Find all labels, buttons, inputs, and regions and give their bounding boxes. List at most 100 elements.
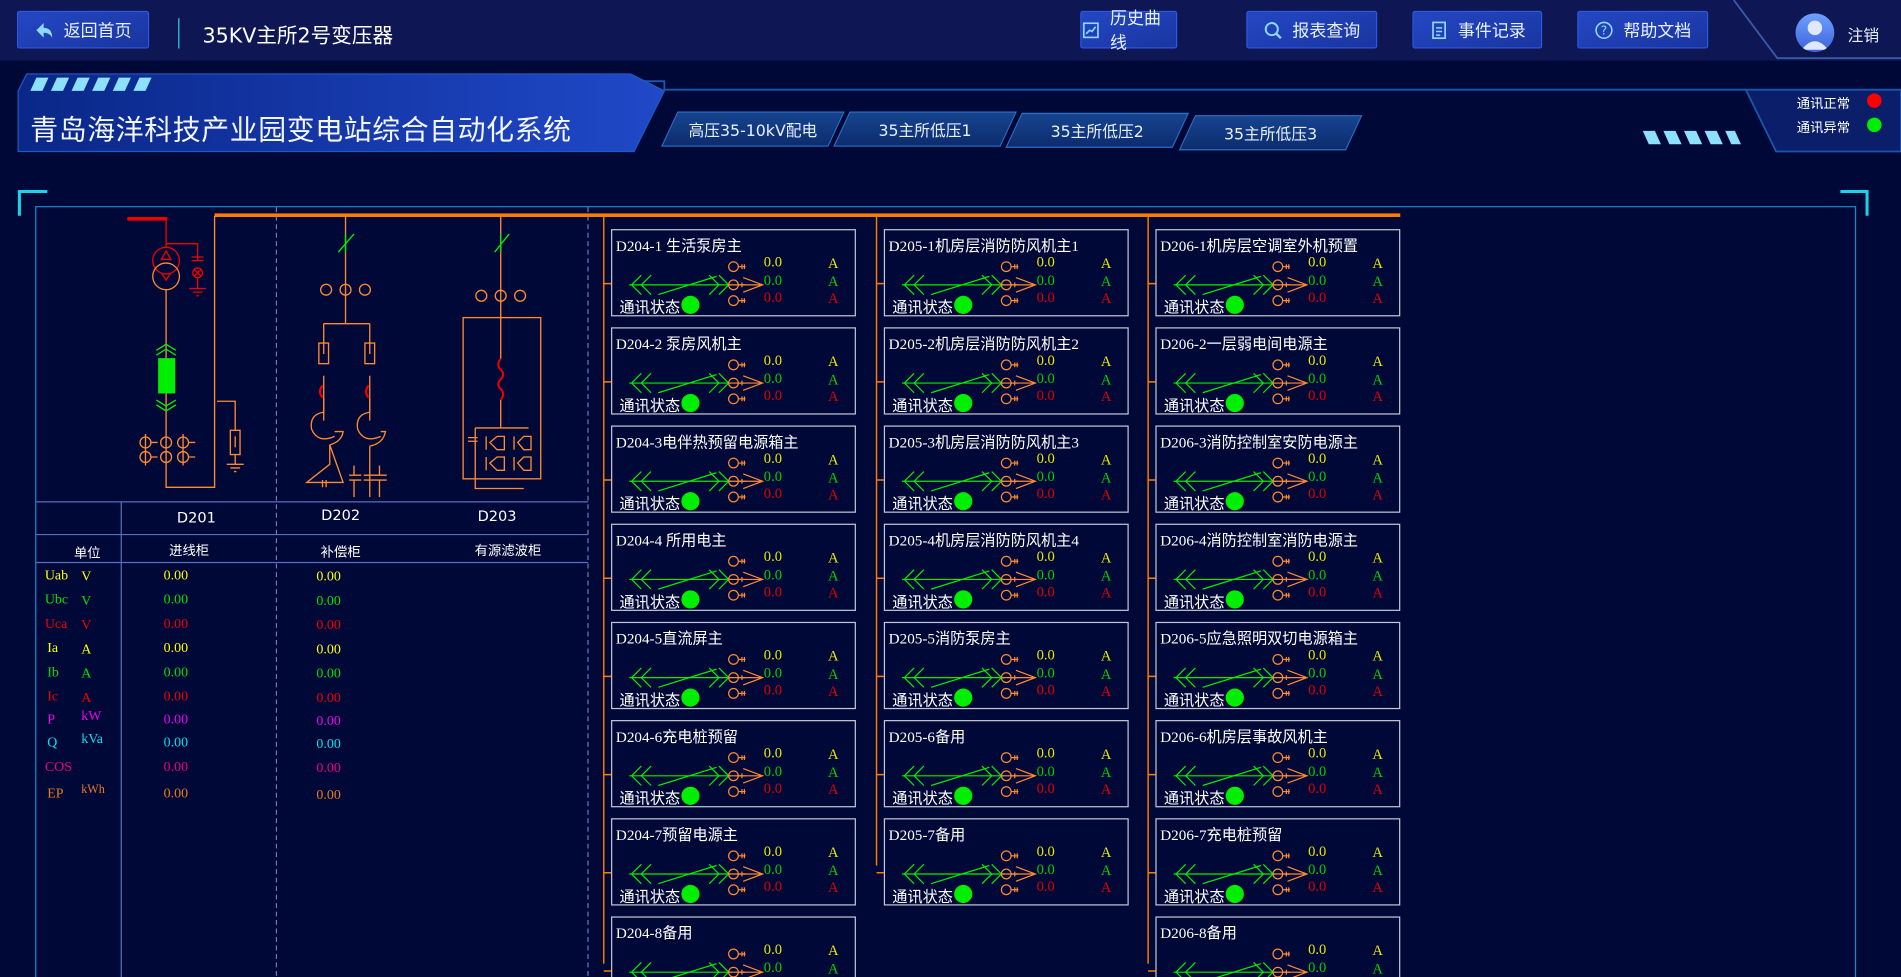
col-code-d202: D202 bbox=[321, 506, 361, 524]
phase-current-unit: A bbox=[1100, 682, 1112, 700]
phase-current-unit: A bbox=[828, 254, 839, 272]
phase-current-value: 0.0 bbox=[763, 779, 782, 797]
feeder-card[interactable]: D206-4消防控制室消防电源主 0.0 A 0.0 A 0.0 A 通讯状态 bbox=[1155, 523, 1401, 611]
d201-value: 0.00 bbox=[163, 712, 189, 728]
feeder-card[interactable]: D205-2机房层消防防风机主2 0.0 A 0.0 A 0.0 A 通讯状态 bbox=[883, 327, 1129, 415]
row-unit: kW bbox=[81, 709, 102, 724]
feeder-card[interactable]: D205-6备用 0.0 A 0.0 A 0.0 A 通讯状态 bbox=[883, 720, 1129, 808]
comm-status-label: 通讯状态 bbox=[619, 494, 681, 513]
phase-current-value: 0.0 bbox=[1036, 253, 1055, 271]
feeder-card[interactable]: D204-3电伴热预留电源箱主 0.0 A 0.0 A 0.0 A 通讯状态 bbox=[611, 425, 856, 513]
feeder-card[interactable]: D204-4 所用电主 0.0 A 0.0 A 0.0 A 通讯状态 bbox=[611, 523, 856, 611]
feeder-card[interactable]: D204-1 生活泵房主 0.0 A 0.0 A 0.0 A 通讯状态 bbox=[611, 229, 856, 317]
phase-current-unit: A bbox=[1100, 780, 1112, 798]
phase-current-value: 0.0 bbox=[1036, 271, 1055, 289]
comm-status-label: 通讯状态 bbox=[892, 789, 953, 808]
col-code-d201: D201 bbox=[176, 509, 216, 527]
comm-status-dot bbox=[681, 688, 700, 707]
phase-current-value: 0.0 bbox=[1308, 467, 1327, 485]
feeder-card[interactable]: D204-7预留电源主 0.0 A 0.0 A 0.0 A 通讯状态 bbox=[611, 818, 856, 906]
phase-current-value: 0.0 bbox=[1036, 860, 1055, 878]
comm-status-dot bbox=[1225, 295, 1244, 314]
phase-current-unit: A bbox=[1372, 745, 1383, 763]
phase-current-unit: A bbox=[1100, 745, 1112, 763]
comm-status-dot bbox=[954, 786, 973, 805]
phase-current-value: 0.0 bbox=[1308, 351, 1327, 369]
comm-status-dot bbox=[1225, 492, 1244, 511]
d202-value: 0.00 bbox=[316, 737, 341, 752]
row-label: Uab bbox=[44, 568, 69, 584]
phase-current-unit: A bbox=[1372, 549, 1383, 567]
feeder-card[interactable]: D205-1机房层消防防风机主1 0.0 A 0.0 A 0.0 A 通讯状态 bbox=[883, 229, 1129, 317]
comm-status-dot bbox=[681, 590, 700, 609]
phase-current-unit: A bbox=[1100, 567, 1112, 585]
row-unit: V bbox=[81, 593, 92, 609]
feeder-card[interactable]: D206-2一层弱电间电源主 0.0 A 0.0 A 0.0 A 通讯状态 bbox=[1155, 327, 1401, 415]
feeder-card[interactable]: D204-2 泵房风机主 0.0 A 0.0 A 0.0 A 通讯状态 bbox=[611, 327, 856, 415]
phase-current-value: 0.0 bbox=[1036, 566, 1055, 584]
feeder-card[interactable]: D206-8备用0.0A0.0A0.0A通讯状态 bbox=[1155, 916, 1401, 977]
phase-current-unit: A bbox=[1100, 387, 1112, 405]
phase-current-value: 0.0 bbox=[1036, 449, 1055, 467]
feeder-card[interactable]: D205-4机房层消防防风机主4 0.0 A 0.0 A 0.0 A 通讯状态 bbox=[883, 523, 1129, 611]
phase-current-unit: A bbox=[828, 647, 839, 665]
d201-value: 0.00 bbox=[163, 665, 189, 681]
phase-current-unit: A bbox=[1372, 450, 1383, 468]
feeder-card[interactable]: D205-7备用 0.0 A 0.0 A 0.0 A 通讯状态 bbox=[883, 818, 1129, 906]
d202-value: 0.00 bbox=[316, 569, 341, 585]
phase-current-unit: A bbox=[828, 745, 839, 763]
phase-current-unit: A bbox=[828, 941, 839, 959]
feeder-card[interactable]: D206-3消防控制室安防电源主 0.0 A 0.0 A 0.0 A 通讯状态 bbox=[1155, 425, 1401, 513]
phase-current-value: 0.0 bbox=[763, 940, 782, 958]
feeder-name: D205-6备用 bbox=[888, 728, 966, 746]
phase-current-unit: A bbox=[828, 665, 839, 683]
feeder-name: D206-3消防控制室安防电源主 bbox=[1160, 433, 1359, 451]
phase-current-unit: A bbox=[1100, 647, 1112, 665]
row-unit: V bbox=[81, 569, 92, 585]
feeder-card[interactable]: D206-1机房层空调室外机预置 0.0 A 0.0 A 0.0 A 通讯状态 bbox=[1155, 229, 1401, 317]
comm-status-label: 通讯状态 bbox=[1163, 789, 1225, 808]
comm-status-dot bbox=[1225, 393, 1244, 413]
phase-current-value: 0.0 bbox=[1308, 484, 1327, 502]
phase-current-value: 0.0 bbox=[1308, 860, 1327, 878]
phase-current-value: 0.0 bbox=[763, 271, 782, 289]
phase-current-unit: A bbox=[1100, 450, 1112, 468]
feeder-card[interactable]: D204-6充电桩预留 0.0 A 0.0 A 0.0 A 通讯状态 bbox=[611, 720, 856, 808]
phase-current-value: 0.0 bbox=[763, 664, 782, 682]
feeder-card[interactable]: D206-7充电桩预留 0.0 A 0.0 A 0.0 A 通讯状态 bbox=[1155, 818, 1401, 906]
phase-current-value: 0.0 bbox=[763, 547, 782, 565]
phase-current-unit: A bbox=[1372, 486, 1383, 504]
feeder-card[interactable]: D205-5消防泵房主 0.0 A 0.0 A 0.0 A 通讯状态 bbox=[883, 621, 1129, 710]
phase-current-unit: A bbox=[828, 469, 839, 487]
feeder-card[interactable]: D204-8备用0.0A0.0A0.0A通讯状态 bbox=[611, 916, 856, 977]
feeder-card[interactable]: D206-5应急照明双切电源箱主 0.0 A 0.0 A 0.0 A 通讯状态 bbox=[1155, 621, 1401, 710]
phase-current-value: 0.0 bbox=[763, 449, 782, 467]
comm-status-label: 通讯状态 bbox=[892, 887, 953, 906]
row-label: Ubc bbox=[44, 592, 69, 608]
comm-status-label: 通讯状态 bbox=[1163, 592, 1225, 611]
feeder-name: D205-1机房层消防防风机主1 bbox=[888, 237, 1079, 255]
d201-value: 0.00 bbox=[163, 735, 189, 751]
row-unit: kVa bbox=[81, 732, 103, 747]
col-name-d203: 有源滤波柜 bbox=[474, 543, 542, 559]
phase-current-unit: A bbox=[1100, 352, 1112, 370]
d202-value: 0.00 bbox=[316, 618, 341, 633]
comm-status-label: 通讯状态 bbox=[1163, 298, 1225, 317]
feeder-card[interactable]: D206-6机房层事故风机主 0.0 A 0.0 A 0.0 A 通讯状态 bbox=[1155, 720, 1401, 808]
phase-current-unit: A bbox=[828, 763, 839, 781]
phase-current-value: 0.0 bbox=[1036, 762, 1055, 780]
comm-status-label: 通讯状态 bbox=[892, 690, 953, 710]
feeder-name: D205-7备用 bbox=[888, 826, 966, 844]
comm-status-label: 通讯状态 bbox=[619, 396, 681, 415]
comm-status-label: 通讯状态 bbox=[1163, 494, 1225, 513]
phase-current-unit: A bbox=[1100, 549, 1112, 567]
feeder-card[interactable]: D205-3机房层消防防风机主3 0.0 A 0.0 A 0.0 A 通讯状态 bbox=[883, 425, 1129, 513]
comm-status-label: 通讯状态 bbox=[619, 592, 681, 611]
feeder-name: D204-4 所用电主 bbox=[615, 532, 727, 550]
feeder-card[interactable]: D204-5直流屏主 0.0 A 0.0 A 0.0 A 通讯状态 bbox=[611, 621, 856, 710]
d201-value: 0.00 bbox=[163, 617, 189, 632]
phase-current-value: 0.0 bbox=[1308, 288, 1327, 306]
d202-value: 0.00 bbox=[316, 713, 341, 729]
row-unit: A bbox=[81, 642, 92, 658]
phase-current-unit: A bbox=[1100, 289, 1112, 307]
